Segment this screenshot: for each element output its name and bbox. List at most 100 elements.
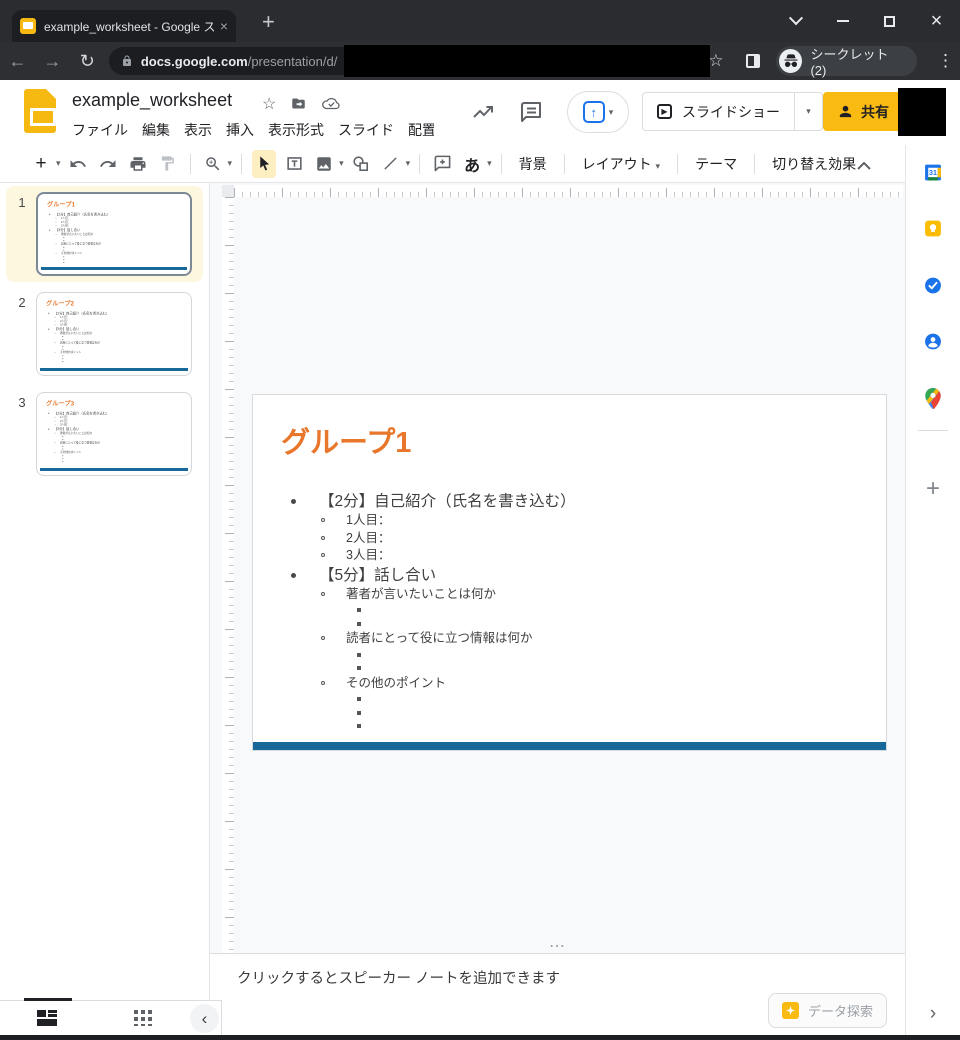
bullet-marker-icon [63,259,64,260]
menu-item[interactable]: 表示形式 [262,118,330,142]
bullet-text: 【5分】話し合い [319,565,870,586]
bullet-item [42,360,182,363]
explore-button[interactable]: データ探索 [768,993,887,1028]
image-caret-icon[interactable]: ▾ [339,158,344,169]
layout-button[interactable]: レイアウト ▾ [572,154,670,174]
filmstrip-view-icon[interactable] [37,1010,57,1026]
bullet-marker-icon [62,349,63,350]
collapse-filmstrip-icon[interactable]: ‹ [190,1004,219,1033]
comment-history-icon[interactable] [519,100,543,129]
user-avatar[interactable] [898,88,946,136]
slideshow-button[interactable]: ▶ スライドショー ▾ [642,92,823,131]
slide-thumbnail-row: 1グループ1【2分】自己紹介（氏名を書き込む）1人目：2人目：3人目：【5分】話… [6,186,203,282]
present-to-meeting-button[interactable]: ↑ ▾ [567,91,629,133]
reload-icon[interactable]: ↻ [70,51,105,72]
grid-view-icon[interactable] [134,1010,152,1026]
forward-icon[interactable]: → [35,51,70,72]
bullet-marker-icon [63,237,64,238]
bullet-marker-icon [62,446,63,447]
thumbnail-slide-title: グループ3 [46,399,182,408]
minimize-button[interactable] [819,0,866,42]
bullet-item: 1人目： [263,512,870,530]
keep-icon[interactable] [924,219,943,243]
thumbnail-accent-bar [40,368,188,371]
incognito-badge[interactable]: シークレット (2) [776,46,917,76]
shape-tool-button[interactable] [349,150,373,178]
tab-close-icon[interactable]: × [220,18,228,34]
document-title[interactable]: example_worksheet [72,90,232,111]
slide-thumbnail[interactable]: グループ2【2分】自己紹介（氏名を書き込む）1人目：2人目：3人目：【5分】話し… [36,292,192,376]
theme-button[interactable]: テーマ [685,154,747,174]
thumbnail-accent-bar [41,267,187,270]
side-panel: 31 + › [905,145,960,1040]
slide-thumbnail[interactable]: グループ3【2分】自己紹介（氏名を書き込む）1人目：2人目：3人目：【5分】話し… [36,392,192,476]
bullet-marker-icon [55,352,56,353]
line-caret-icon[interactable]: ▾ [406,158,411,169]
new-slide-caret-icon[interactable]: ▾ [56,158,61,169]
print-button[interactable] [126,150,150,178]
bullet-marker-icon [55,333,56,334]
thumbnail-content: グループ1【2分】自己紹介（氏名を書き込む）1人目：2人目：3人目：【5分】話し… [41,197,183,264]
slide-page[interactable]: グループ1 【2分】自己紹介（氏名を書き込む）1人目：2人目：3人目：【5分】話… [252,394,887,751]
text-options-caret-icon[interactable]: ▾ [487,158,492,169]
image-tool-button[interactable] [312,150,336,178]
paint-format-button[interactable] [156,150,180,178]
slide-body[interactable]: 【2分】自己紹介（氏名を書き込む）1人目：2人目：3人目：【5分】話し合い著者が… [263,491,870,733]
maps-icon[interactable] [925,388,942,414]
bullet-item [263,719,870,733]
present-caret-icon[interactable]: ▾ [609,107,614,118]
notes-placeholder[interactable]: クリックするとスピーカー ノートを追加できます [237,967,560,988]
bullet-item: 2人目： [263,530,870,548]
back-icon[interactable]: ← [0,51,35,72]
bookmark-star-icon[interactable]: ☆ [708,51,723,71]
menu-item[interactable]: ファイル [66,118,134,142]
menu-item[interactable]: スライド [332,118,400,142]
background-button[interactable]: 背景 [509,154,557,174]
close-window-button[interactable]: × [913,0,960,42]
menu-item[interactable]: 配置 [402,118,434,142]
menu-item[interactable]: 編集 [136,118,176,142]
select-tool-button[interactable] [252,150,276,178]
window-profile-chevron-icon[interactable] [772,0,819,42]
tasks-icon[interactable] [924,276,943,300]
new-slide-button[interactable]: + [29,150,53,178]
slideshow-caret-button[interactable]: ▾ [794,93,822,130]
zoom-button[interactable] [201,150,225,178]
contacts-icon[interactable] [924,332,943,356]
bullet-text: 読者にとって役に立つ情報は何か [346,630,870,648]
maximize-button[interactable] [866,0,913,42]
calendar-icon[interactable]: 31 [924,163,943,187]
slide-title[interactable]: グループ1 [281,419,411,461]
bullet-marker-icon [55,452,56,453]
undo-button[interactable] [66,150,90,178]
menu-item[interactable]: 表示 [178,118,218,142]
get-addons-button[interactable]: + [906,475,960,503]
browser-menu-icon[interactable]: ⋮ [931,51,960,71]
collapse-toolbar-icon[interactable] [850,151,878,179]
browser-tab[interactable]: example_worksheet - Google スライド × [12,10,236,42]
insert-comment-button[interactable] [430,150,454,178]
bullet-text: 1人目： [346,512,870,530]
speaker-notes[interactable]: クリックするとスピーカー ノートを追加できます データ探索 [210,953,905,1035]
slide-thumbnail[interactable]: グループ1【2分】自己紹介（氏名を書き込む）1人目：2人目：3人目：【5分】話し… [36,192,192,276]
line-tool-button[interactable] [379,150,403,178]
star-document-icon[interactable]: ☆ [262,94,276,114]
slides-app-icon[interactable] [24,89,56,133]
url-omnibox[interactable]: docs.google.com/presentation/d/ [109,47,694,75]
browser-side-panel-icon[interactable] [746,54,761,68]
tab-bar: example_worksheet - Google スライド × + × [0,0,960,42]
menu-item[interactable]: 挿入 [220,118,260,142]
textbox-tool-button[interactable] [282,150,306,178]
slide-thumbnail-row: 2グループ2【2分】自己紹介（氏名を書き込む）1人目：2人目：3人目：【5分】話… [6,286,203,382]
expand-side-panel-icon[interactable]: › [906,1003,960,1025]
share-button[interactable]: 共有 [823,92,903,131]
new-tab-button[interactable]: + [262,9,275,35]
bullet-item [263,603,870,617]
activity-dashboard-icon[interactable] [470,100,496,129]
zoom-caret-icon[interactable]: ▾ [228,158,233,169]
text-options-button[interactable]: あ [460,150,484,178]
bullet-marker-icon [357,711,361,715]
move-to-folder-icon[interactable] [290,96,307,116]
redo-button[interactable] [96,150,120,178]
cloud-save-status-icon[interactable] [322,97,340,116]
